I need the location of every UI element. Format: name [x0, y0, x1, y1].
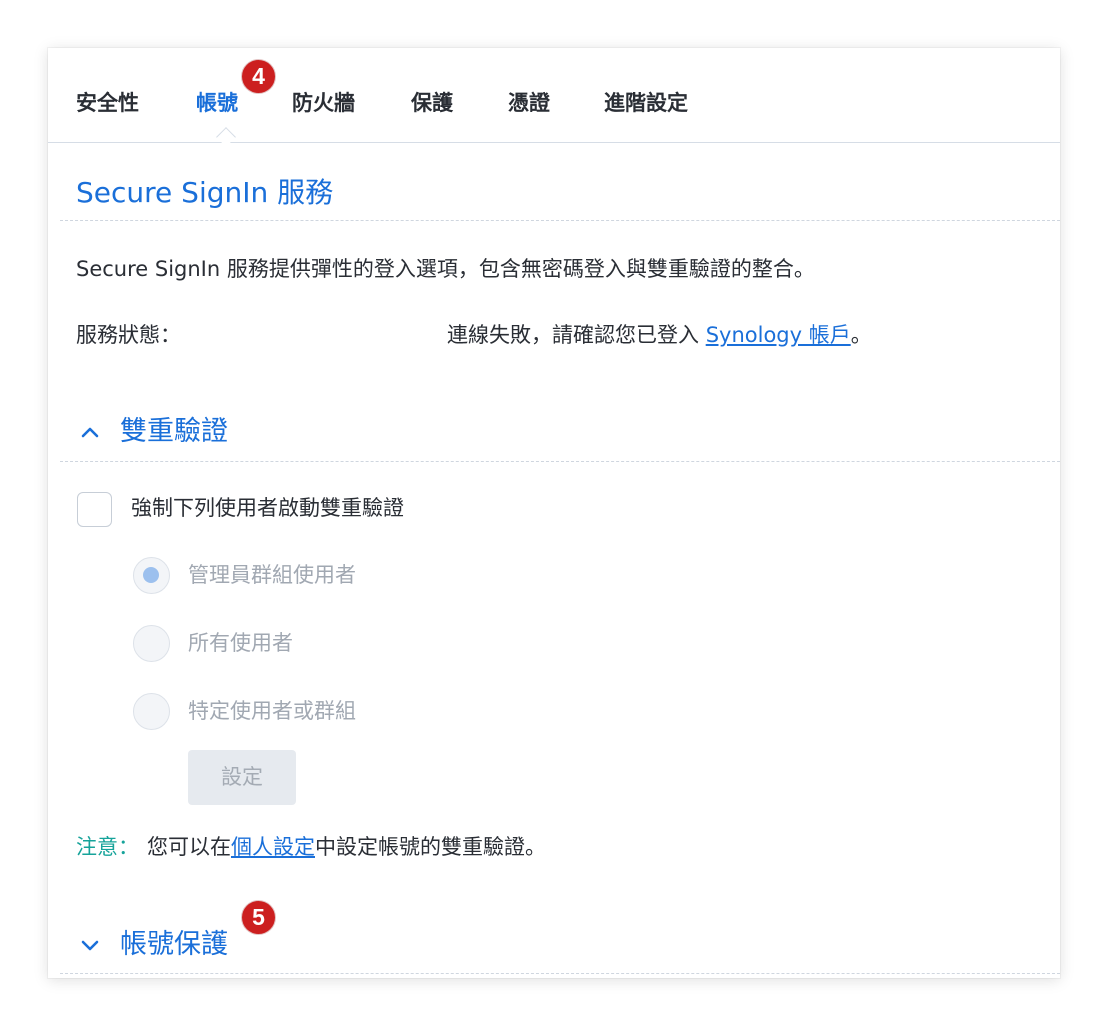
service-status-text: 連線失敗，請確認您已登入 [447, 323, 706, 347]
radio-all-users[interactable] [133, 625, 170, 662]
active-tab-indicator [216, 127, 236, 147]
service-status-label: 服務狀態： [76, 323, 181, 347]
note-text-after: 中設定帳號的雙重驗證。 [315, 835, 546, 859]
note-label: 注意： [76, 835, 139, 859]
service-status-suffix: 。 [850, 323, 872, 347]
account-protection-section-header[interactable]: 帳號保護 [78, 927, 228, 963]
step-badge-4: 4 [242, 60, 275, 93]
security-settings-panel: 安全性 帳號 防火牆 保護 憑證 進階設定 4 Secure SignIn 服務… [48, 48, 1060, 978]
tab-certificate[interactable]: 憑證 [508, 89, 550, 117]
step-badge-5: 5 [242, 901, 275, 934]
service-status-value: 連線失敗，請確認您已登入 Synology 帳戶。 [447, 321, 872, 349]
synology-account-link[interactable]: Synology 帳戶 [706, 323, 851, 347]
note-line: 注意： 您可以在個人設定中設定帳號的雙重驗證。 [76, 833, 546, 861]
tab-bar: 安全性 帳號 防火牆 保護 憑證 進階設定 [48, 48, 1060, 147]
enforce-2fa-label: 強制下列使用者啟動雙重驗證 [131, 496, 404, 520]
enforce-2fa-checkbox[interactable] [77, 492, 112, 527]
chevron-up-icon [81, 427, 99, 438]
secure-signin-description: Secure SignIn 服務提供彈性的登入選項，包含無密碼登入與雙重驗證的整… [76, 257, 815, 281]
radio-admin-group-users[interactable] [133, 557, 170, 594]
chevron-down-icon [81, 940, 99, 951]
tab-advanced[interactable]: 進階設定 [604, 89, 688, 117]
secure-signin-title: Secure SignIn 服務 [76, 176, 334, 209]
settings-button[interactable]: 設定 [188, 750, 296, 805]
section-divider [60, 461, 1060, 462]
personal-settings-link[interactable]: 個人設定 [231, 835, 315, 859]
radio-specific-users-groups[interactable] [133, 693, 170, 730]
tab-security[interactable]: 安全性 [76, 89, 139, 117]
note-text-before: 您可以在 [147, 835, 231, 859]
radio-admin-group-users-label: 管理員群組使用者 [188, 563, 356, 587]
section-divider [60, 973, 1060, 974]
two-factor-section-header[interactable]: 雙重驗證 [78, 414, 228, 450]
section-divider [60, 220, 1060, 221]
tab-protection[interactable]: 保護 [411, 89, 453, 117]
account-protection-title: 帳號保護 [120, 929, 228, 960]
radio-all-users-label: 所有使用者 [188, 631, 293, 655]
radio-specific-users-groups-label: 特定使用者或群組 [188, 699, 356, 723]
tab-firewall[interactable]: 防火牆 [292, 89, 355, 117]
two-factor-title: 雙重驗證 [120, 416, 228, 447]
tab-account[interactable]: 帳號 [196, 89, 238, 117]
